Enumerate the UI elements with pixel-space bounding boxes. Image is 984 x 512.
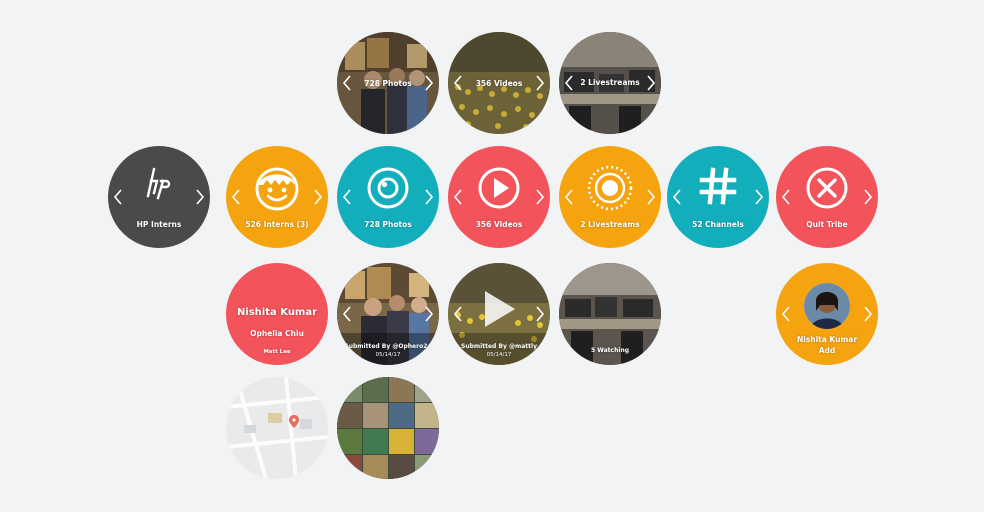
camera-lens-icon [367,167,409,209]
submitted-by-label: Submitted By @mattly [461,343,537,350]
prev-arrow-icon[interactable] [231,188,241,206]
hashtag-icon [699,167,737,205]
prev-arrow-icon[interactable] [453,188,463,206]
map-circle[interactable] [226,377,328,479]
profile-tag: Matt Lee [263,349,291,355]
submission-date: 05/14/17 [486,352,512,358]
prev-arrow-icon[interactable] [564,188,574,206]
prev-arrow-icon[interactable] [113,188,123,206]
video-submission-circle[interactable]: Submitted By @mattly 05/14/17 [448,263,550,365]
next-arrow-icon[interactable] [195,188,205,206]
play-icon[interactable] [481,289,517,329]
livestreams-preview-circle[interactable]: 2 Livestreams [559,32,661,134]
livestreams-count-label: 2 Livestreams [580,220,640,229]
next-arrow-icon[interactable] [424,188,434,206]
photo-grid-image [337,377,439,479]
livestreams-count-label: 2 Livestreams [580,78,640,87]
channels-count-label: 52 Channels [692,220,744,229]
add-member-button[interactable]: Add [776,346,878,355]
videos-preview-circle[interactable]: 356 Videos [448,32,550,134]
prev-arrow-icon[interactable] [342,305,352,323]
videos-circle[interactable]: 356 Videos [448,146,550,248]
map-image [226,377,328,479]
videos-count-label: 356 Videos [475,79,523,88]
next-arrow-icon[interactable] [863,188,873,206]
profile-circle[interactable]: Nishita Kumar Ophelia Chiu Matt Lee [226,263,328,365]
photo-submission-circle[interactable]: Submitted By @Ophero24 05/14/17 [337,263,439,365]
next-arrow-icon[interactable] [535,188,545,206]
next-arrow-icon[interactable] [646,188,656,206]
interns-circle[interactable]: 526 Interns (3) [226,146,328,248]
photos-preview-circle[interactable]: 728 Photos [337,32,439,134]
channels-circle[interactable]: 52 Channels [667,146,769,248]
next-arrow-icon[interactable] [863,305,873,323]
member-circle[interactable]: Nishita Kumar Add [776,263,878,365]
prev-arrow-icon[interactable] [672,188,682,206]
broadcast-icon [587,165,633,211]
photos-count-label: 728 Photos [364,79,412,88]
smiley-face-icon [255,167,299,211]
prev-arrow-icon[interactable] [342,188,352,206]
hp-logo-icon [146,167,171,200]
close-icon [806,167,848,209]
prev-arrow-icon[interactable] [453,305,463,323]
quit-tribe-circle[interactable]: Quit Tribe [776,146,878,248]
submitted-by-label: Submitted By @Ophero24 [344,343,432,350]
livestream-watching-circle[interactable]: 5 Watching [559,263,661,365]
interns-count-label: 526 Interns (3) [245,220,309,229]
avatar [804,283,850,329]
play-icon [478,167,520,209]
next-arrow-icon[interactable] [313,188,323,206]
quit-tribe-label: Quit Tribe [806,220,848,229]
next-arrow-icon[interactable] [535,305,545,323]
next-arrow-icon[interactable] [424,305,434,323]
prev-arrow-icon[interactable] [781,305,791,323]
profile-subtitle: Ophelia Chiu [250,329,304,338]
videos-count-label: 356 Videos [475,220,523,229]
watching-count-label: 5 Watching [590,347,630,354]
livestreams-circle[interactable]: 2 Livestreams [559,146,661,248]
photos-circle[interactable]: 728 Photos [337,146,439,248]
photo-grid-circle[interactable] [337,377,439,479]
profile-name: Nishita Kumar [236,307,318,318]
tribe-name-label: HP Interns [136,220,182,229]
photos-count-label: 728 Photos [364,220,412,229]
next-arrow-icon[interactable] [754,188,764,206]
member-name: Nishita Kumar [796,335,858,344]
submission-date: 05/14/17 [375,352,401,358]
tribe-hp-interns-circle[interactable]: HP Interns [108,146,210,248]
prev-arrow-icon[interactable] [781,188,791,206]
